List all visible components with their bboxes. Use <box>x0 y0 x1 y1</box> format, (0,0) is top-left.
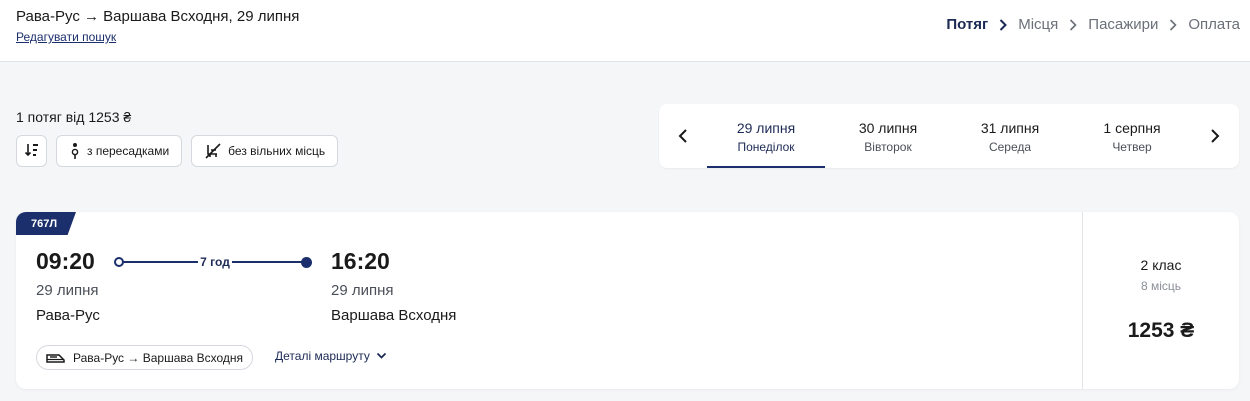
train-number-badge: 767Л <box>16 212 76 235</box>
chevron-left-icon[interactable] <box>673 126 693 146</box>
arrival-station: Варшава Всходня <box>331 307 457 324</box>
step-passengers: Пасажири <box>1088 16 1159 33</box>
date-selector: 29 липня Понеділок 30 липня Вівторок 31 … <box>659 104 1239 168</box>
transfer-icon <box>69 142 81 160</box>
journey-timeline: 7 год <box>114 255 312 269</box>
chevron-right-icon <box>1158 18 1188 31</box>
sort-icon <box>24 142 40 161</box>
date-tab-3[interactable]: 31 липня Середа <box>951 104 1069 168</box>
chevron-right-icon[interactable] <box>1205 126 1225 146</box>
seat-unavailable-icon <box>204 142 222 160</box>
timeline-line <box>232 261 304 263</box>
date-tab-2[interactable]: 30 липня Вівторок <box>829 104 947 168</box>
route-chip-label: Рава-Рус → Варшава Всходня <box>73 350 244 365</box>
timeline-line <box>122 261 198 263</box>
date-tab-1[interactable]: 29 липня Понеділок <box>707 104 825 168</box>
route-chip: Рава-Рус → Варшава Всходня <box>36 345 254 370</box>
chevron-right-icon <box>988 18 1018 31</box>
filter-no-free-seats-label: без вільних місць <box>228 144 326 158</box>
route-title: Рава-Рус → Варшава Всходня, 29 липня <box>16 8 300 25</box>
date-tab-date: 1 серпня <box>1103 120 1161 136</box>
date-tab-date: 31 липня <box>980 120 1040 136</box>
chevron-down-icon <box>376 352 387 360</box>
filter-with-transfers-label: з пересадками <box>87 144 170 158</box>
train-card[interactable]: 767Л 09:20 29 липня Рава-Рус 7 год 16:20… <box>16 212 1239 389</box>
date-tab-weekday: Середа <box>988 140 1032 154</box>
step-seats: Місця <box>1018 16 1059 33</box>
departure-time: 09:20 <box>36 248 95 274</box>
seats-available: 8 місць <box>1140 279 1182 293</box>
date-tab-weekday: Четвер <box>1112 140 1152 154</box>
chevron-right-icon <box>1058 18 1088 31</box>
price[interactable]: 1253 ₴ <box>1083 319 1239 343</box>
arrival-time: 16:20 <box>331 248 390 274</box>
date-tab-weekday: Понеділок <box>737 140 795 154</box>
step-payment: Оплата <box>1188 16 1240 33</box>
results-summary: 1 потяг від 1253 ₴ <box>16 109 132 125</box>
sort-button[interactable] <box>16 135 47 167</box>
arrival-date: 29 липня <box>331 282 394 299</box>
timeline-end-dot <box>301 257 312 268</box>
date-tab-date: 29 липня <box>736 120 796 136</box>
filter-with-transfers[interactable]: з пересадками <box>56 135 183 167</box>
route-details-label: Деталі маршруту <box>275 349 370 363</box>
edit-search-link[interactable]: Редагувати пошук <box>16 30 116 44</box>
header: Рава-Рус → Варшава Всходня, 29 липня Ред… <box>0 0 1250 62</box>
step-train[interactable]: Потяг <box>946 16 988 33</box>
date-tab-4[interactable]: 1 серпня Четвер <box>1073 104 1191 168</box>
filters: з пересадками без вільних місць <box>16 135 339 167</box>
date-tab-date: 30 липня <box>858 120 918 136</box>
class-name: 2 клас <box>1140 257 1182 273</box>
card-divider <box>1082 212 1083 389</box>
journey-duration: 7 год <box>200 255 230 269</box>
departure-date: 29 липня <box>36 282 99 299</box>
route-details-link[interactable]: Деталі маршруту <box>275 349 387 363</box>
departure-station: Рава-Рус <box>36 307 100 324</box>
booking-steps: Потяг Місця Пасажири Оплата <box>946 16 1240 33</box>
date-tab-weekday: Вівторок <box>864 140 912 154</box>
train-icon <box>46 352 66 364</box>
filter-no-free-seats[interactable]: без вільних місць <box>191 135 339 167</box>
